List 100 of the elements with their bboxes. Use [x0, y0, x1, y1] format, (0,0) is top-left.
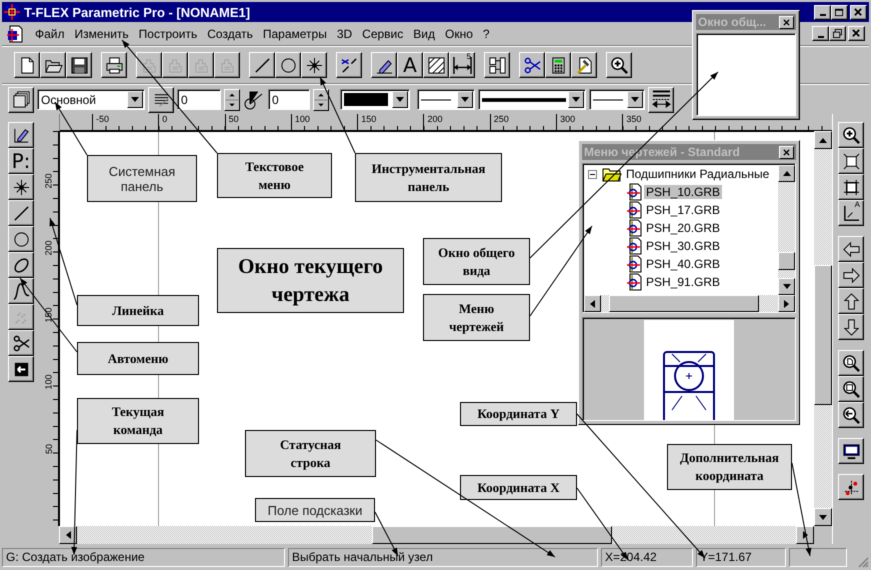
number-field[interactable]: 0	[177, 89, 221, 110]
menu-item[interactable]: Сервис	[357, 26, 408, 40]
toolbar-button[interactable]	[336, 52, 362, 78]
toolbar-button[interactable]	[838, 122, 864, 148]
expander-icon[interactable]	[588, 170, 597, 178]
scroll-down-button[interactable]	[814, 508, 832, 526]
scroll-up-button[interactable]	[778, 165, 795, 182]
ruler-label: 50	[44, 444, 54, 454]
toolbar-button[interactable]	[484, 52, 510, 78]
horizontal-scrollbar[interactable]	[59, 526, 814, 544]
tree-item[interactable]: PSH_30.GRB	[644, 239, 722, 253]
toolbar-button[interactable]	[423, 52, 449, 78]
toolbar-button[interactable]	[571, 52, 597, 78]
scroll-right-button[interactable]	[778, 295, 795, 312]
toolbar-button[interactable]	[8, 356, 34, 382]
tree-item[interactable]: Подшипники Радиальные	[624, 167, 772, 181]
menu-item[interactable]: ?	[478, 26, 495, 40]
toolbar-button[interactable]	[8, 252, 34, 278]
scroll-left-button[interactable]	[59, 526, 77, 544]
minimize-button[interactable]	[812, 26, 829, 41]
close-button[interactable]	[779, 16, 794, 28]
hatch-style-button[interactable]	[148, 86, 174, 112]
maximize-button[interactable]	[831, 4, 848, 20]
scroll-right-button[interactable]	[796, 526, 814, 544]
toolbar-button[interactable]	[838, 174, 864, 200]
tree-item[interactable]: PSH_40.GRB	[644, 257, 722, 271]
toolbar-button[interactable]: A	[397, 52, 423, 78]
toolbar-button[interactable]	[545, 52, 571, 78]
dropdown-button[interactable]	[457, 91, 473, 108]
scroll-thumb[interactable]	[778, 252, 795, 270]
toolbar-button[interactable]	[8, 226, 34, 252]
toolbar-button[interactable]	[275, 52, 301, 78]
toolbar-button[interactable]	[519, 52, 545, 78]
toolbar-button[interactable]	[8, 122, 34, 148]
toolbar-button[interactable]	[14, 52, 40, 78]
spinner[interactable]	[313, 88, 329, 110]
dropdown-button[interactable]	[127, 91, 143, 108]
toolbar-button[interactable]	[838, 262, 864, 288]
toolbar-button[interactable]	[40, 52, 66, 78]
scroll-down-button[interactable]	[778, 278, 795, 295]
toolbar-button[interactable]	[66, 52, 92, 78]
toolbar-button[interactable]	[838, 474, 864, 500]
dropdown-button[interactable]	[392, 91, 408, 108]
toolbar-button[interactable]: 5	[449, 52, 475, 78]
scroll-thumb[interactable]	[609, 295, 759, 312]
toolbar-button[interactable]	[371, 52, 397, 78]
toolbar-button[interactable]	[8, 330, 34, 356]
tree-item[interactable]: PSH_17.GRB	[644, 203, 722, 217]
scroll-thumb[interactable]	[372, 526, 612, 544]
line-end-dropdown[interactable]	[589, 89, 645, 110]
scroll-left-button[interactable]	[584, 295, 601, 312]
toolbar-button[interactable]	[838, 236, 864, 262]
toolbar-button[interactable]: P:	[8, 148, 34, 174]
line-settings-button[interactable]	[648, 86, 674, 112]
toolbar-button[interactable]	[8, 174, 34, 200]
menu-item[interactable]: 3D	[332, 26, 358, 40]
tree-item[interactable]: PSH_91.GRB	[644, 275, 722, 289]
resize-grip-icon[interactable]	[857, 556, 869, 568]
toolbar-button[interactable]	[838, 314, 864, 340]
minimize-button[interactable]	[814, 4, 831, 20]
menu-item[interactable]: Файл	[30, 26, 70, 40]
toolbar-button[interactable]	[838, 288, 864, 314]
menu-item[interactable]: Параметры	[258, 26, 332, 40]
close-button[interactable]	[779, 146, 794, 158]
toolbar-button[interactable]	[101, 52, 127, 78]
toolbar-button[interactable]	[301, 52, 327, 78]
tree-item[interactable]: PSH_20.GRB	[644, 221, 722, 235]
toolbar-button[interactable]	[606, 52, 632, 78]
dropdown-button[interactable]	[627, 91, 643, 108]
menu-item[interactable]: Построить	[134, 26, 202, 40]
vertical-scrollbar[interactable]	[814, 131, 832, 526]
toolbar-button[interactable]	[249, 52, 275, 78]
number-field[interactable]: 0	[268, 89, 310, 110]
color-dropdown[interactable]	[340, 89, 410, 110]
vertical-scrollbar[interactable]	[778, 165, 795, 295]
close-button[interactable]	[850, 4, 867, 20]
toolbar-button[interactable]	[8, 278, 34, 304]
toolbar-button[interactable]	[838, 350, 864, 376]
line-type-dropdown[interactable]	[417, 89, 475, 110]
toolbar-button[interactable]	[838, 376, 864, 402]
menu-item[interactable]: Вид	[408, 26, 440, 40]
menu-item[interactable]: Окно	[440, 26, 478, 40]
scroll-up-button[interactable]	[814, 131, 832, 149]
toolbar-button[interactable]	[838, 148, 864, 174]
toolbar-button[interactable]: A	[838, 200, 864, 226]
toolbar-button[interactable]	[838, 438, 864, 464]
toolbar-button[interactable]	[8, 200, 34, 226]
dropdown-button[interactable]	[568, 91, 584, 108]
layers-button[interactable]	[8, 86, 34, 112]
scroll-thumb[interactable]	[814, 265, 832, 405]
horizontal-scrollbar[interactable]	[584, 295, 795, 312]
menu-item[interactable]: Создать	[202, 26, 258, 40]
line-width-dropdown[interactable]	[478, 89, 586, 110]
toolbar-button[interactable]	[838, 402, 864, 428]
restore-button[interactable]	[829, 26, 846, 41]
close-button[interactable]	[848, 26, 865, 41]
spinner[interactable]	[224, 88, 240, 110]
tree-item[interactable]: PSH_10.GRB	[644, 185, 722, 199]
menu-item[interactable]: Изменить	[70, 26, 134, 40]
layer-dropdown[interactable]: Основной	[37, 89, 145, 110]
